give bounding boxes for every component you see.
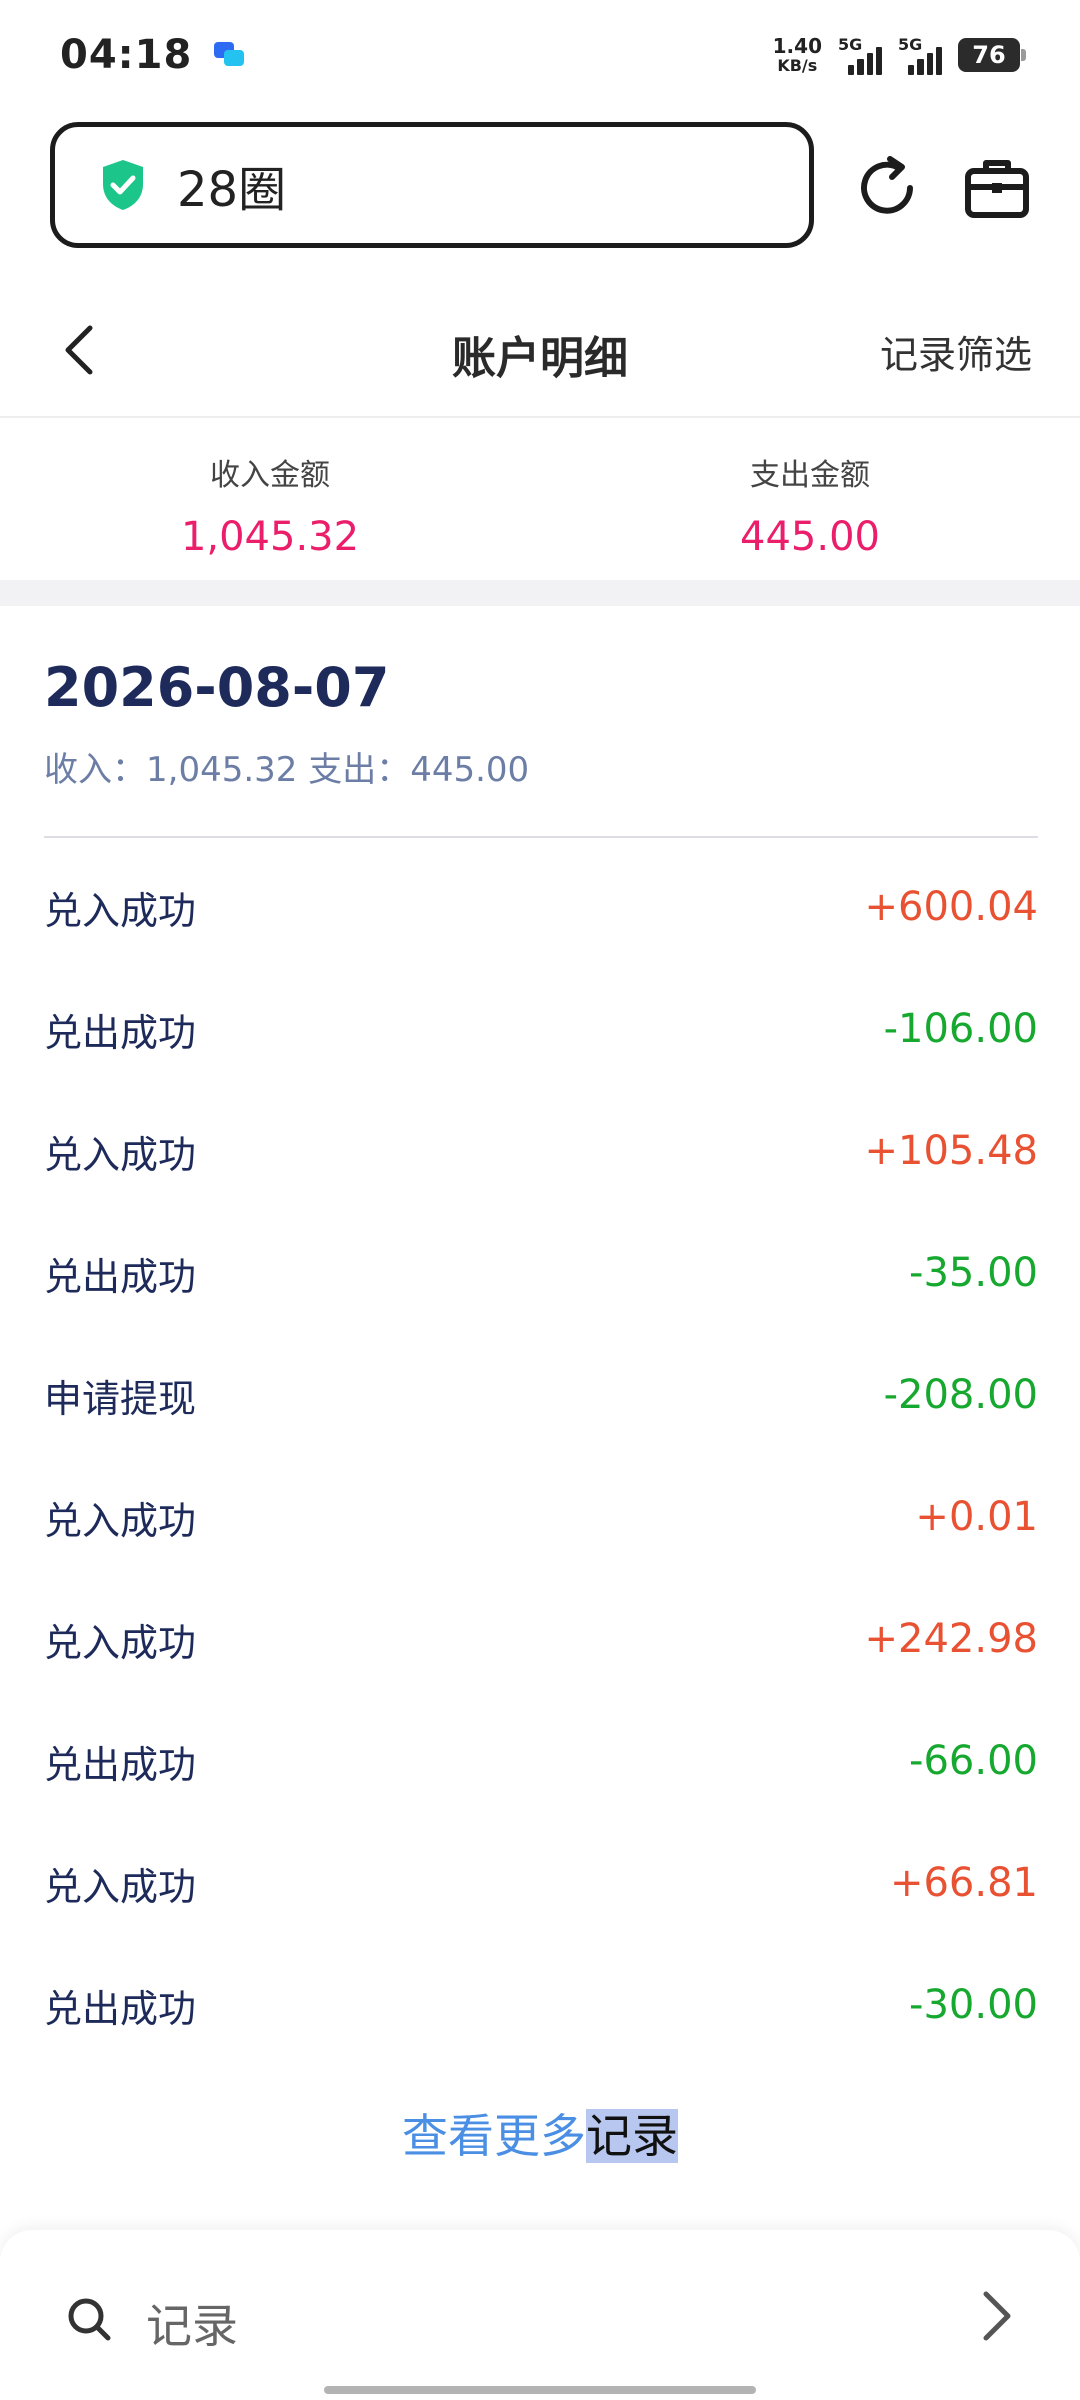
transaction-amount: -35.00 xyxy=(909,1250,1038,1296)
signal-icon: 5G xyxy=(898,35,942,75)
transaction-row[interactable]: 兑出成功 -30.00 xyxy=(44,1944,1038,2066)
transaction-amount: +105.48 xyxy=(864,1128,1038,1174)
chevron-right-icon[interactable] xyxy=(976,2288,1020,2344)
home-indicator[interactable] xyxy=(324,2386,756,2394)
transaction-label: 兑入成功 xyxy=(44,888,197,933)
transaction-row[interactable]: 兑入成功 +105.48 xyxy=(44,1090,1038,1212)
browser-toolbar: 28圈 xyxy=(0,118,1080,252)
transaction-label: 申请提现 xyxy=(44,1376,197,1421)
status-left: 04:18 xyxy=(60,32,245,78)
view-more-link[interactable]: 查看更多记录 xyxy=(0,2100,1080,2166)
toolbox-icon[interactable] xyxy=(962,153,1032,223)
income-summary: 收入金额 1,045.32 xyxy=(0,420,540,580)
status-time: 04:18 xyxy=(60,32,193,78)
address-text: 28圈 xyxy=(177,162,287,218)
transaction-amount: -106.00 xyxy=(883,1006,1038,1052)
net-speed: 1.40 KB/s xyxy=(773,36,822,74)
transaction-row[interactable]: 兑入成功 +242.98 xyxy=(44,1578,1038,1700)
address-bar[interactable]: 28圈 xyxy=(50,122,814,248)
transaction-label: 兑出成功 xyxy=(44,1254,197,1299)
signal-icon: 5G xyxy=(838,35,882,75)
transaction-label: 兑入成功 xyxy=(44,1498,197,1543)
transaction-amount: +66.81 xyxy=(889,1860,1038,1906)
expense-label: 支出金额 xyxy=(750,458,870,493)
date-title: 2026-08-07 xyxy=(44,656,390,719)
net-speed-unit: KB/s xyxy=(777,56,818,75)
signal-label: 5G xyxy=(838,35,863,54)
transaction-amount: +600.04 xyxy=(864,884,1038,930)
battery-level: 76 xyxy=(972,41,1006,69)
transaction-label: 兑出成功 xyxy=(44,1986,197,2031)
summary: 收入金额 1,045.32 支出金额 445.00 xyxy=(0,420,1080,580)
reload-icon[interactable] xyxy=(852,153,922,223)
message-icon xyxy=(214,42,245,68)
transaction-amount: -208.00 xyxy=(883,1372,1038,1418)
income-label: 收入金额 xyxy=(210,458,330,493)
net-speed-value: 1.40 xyxy=(772,34,822,58)
status-bar: 04:18 1.40 KB/s 5G 5G 76 xyxy=(0,0,1080,110)
search-icon xyxy=(68,2298,111,2341)
record-filter-button[interactable]: 记录筛选 xyxy=(880,324,1032,379)
signal-label: 5G xyxy=(898,35,923,54)
transaction-label: 兑出成功 xyxy=(44,1010,197,1055)
transaction-amount: +0.01 xyxy=(915,1494,1038,1540)
transaction-row[interactable]: 兑入成功 +0.01 xyxy=(44,1456,1038,1578)
transaction-amount: -66.00 xyxy=(909,1738,1038,1784)
view-more-highlight: 记录 xyxy=(586,2109,678,2163)
transaction-row[interactable]: 兑出成功 -66.00 xyxy=(44,1700,1038,1822)
transaction-amount: +242.98 xyxy=(864,1616,1038,1662)
transaction-label: 兑入成功 xyxy=(44,1620,197,1665)
shield-check-icon xyxy=(103,160,143,210)
transaction-row[interactable]: 兑入成功 +600.04 xyxy=(44,846,1038,968)
page-header: 账户明细 记录筛选 xyxy=(0,282,1080,418)
transaction-amount: -30.00 xyxy=(909,1982,1038,2028)
transaction-label: 兑入成功 xyxy=(44,1132,197,1177)
transaction-label: 兑出成功 xyxy=(44,1742,197,1787)
bottom-search-text: 记录 xyxy=(146,2299,238,2353)
divider-band xyxy=(0,580,1080,606)
date-group-header: 2026-08-07 收入：1,045.32 支出：445.00 xyxy=(44,606,1038,838)
transaction-list: 兑入成功 +600.04 兑出成功 -106.00 兑入成功 +105.48 兑… xyxy=(44,846,1038,2066)
transaction-row[interactable]: 兑出成功 -35.00 xyxy=(44,1212,1038,1334)
transaction-row[interactable]: 申请提现 -208.00 xyxy=(44,1334,1038,1456)
expense-summary: 支出金额 445.00 xyxy=(540,420,1080,580)
transaction-row[interactable]: 兑出成功 -106.00 xyxy=(44,968,1038,1090)
view-more-text: 查看更多 xyxy=(402,2109,586,2163)
transaction-row[interactable]: 兑入成功 +66.81 xyxy=(44,1822,1038,1944)
status-right: 1.40 KB/s 5G 5G 76 xyxy=(773,35,1026,75)
battery-icon: 76 xyxy=(958,38,1026,72)
income-value: 1,045.32 xyxy=(180,514,360,560)
date-subtotal: 收入：1,045.32 支出：445.00 xyxy=(44,750,530,790)
bottom-search-bar[interactable]: 记录 xyxy=(0,2230,1080,2400)
expense-value: 445.00 xyxy=(740,514,880,560)
transaction-label: 兑入成功 xyxy=(44,1864,197,1909)
